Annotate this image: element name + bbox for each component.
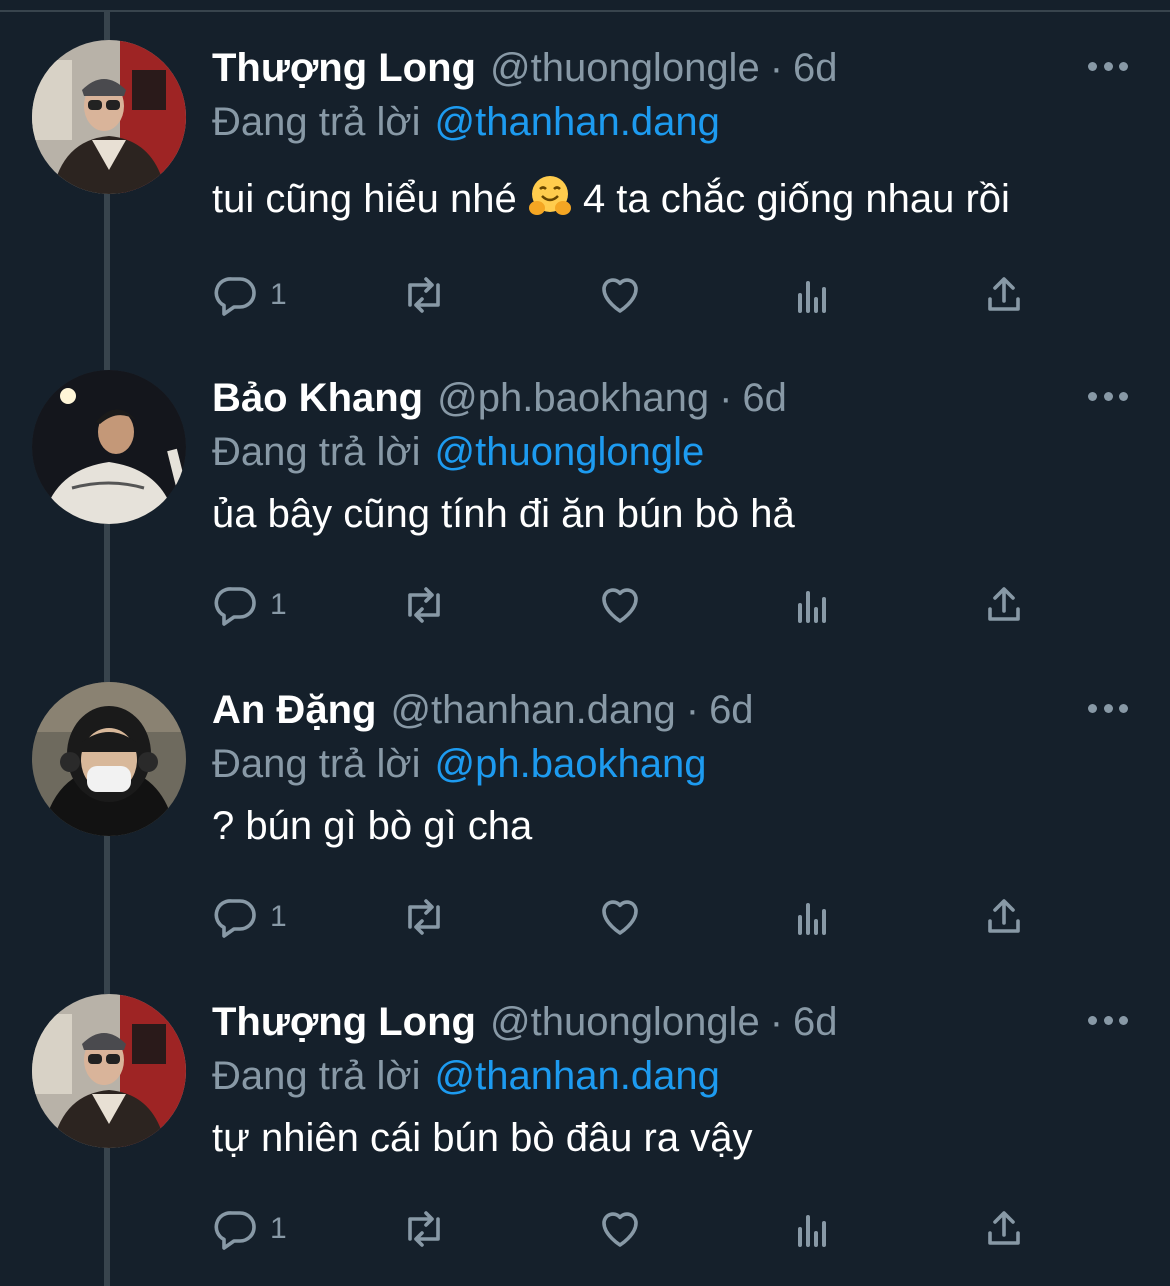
reply-icon bbox=[214, 587, 256, 626]
tweet-text: ? bún gì bò gì cha bbox=[212, 804, 533, 848]
separator-dot: · bbox=[685, 687, 700, 732]
reply-button[interactable]: 1 bbox=[212, 270, 287, 320]
user-handle[interactable]: @ph.baokhang bbox=[437, 376, 709, 421]
like-icon bbox=[602, 900, 638, 935]
share-button[interactable] bbox=[980, 892, 1028, 942]
share-icon bbox=[988, 277, 1020, 311]
like-icon bbox=[602, 278, 638, 313]
reply-mention[interactable]: @thanhan.dang bbox=[435, 1054, 720, 1099]
like-button[interactable] bbox=[596, 1204, 644, 1254]
share-button[interactable] bbox=[980, 270, 1028, 320]
like-button[interactable] bbox=[596, 892, 644, 942]
reply-icon bbox=[214, 277, 256, 316]
like-icon bbox=[602, 588, 638, 623]
avatar[interactable] bbox=[32, 994, 186, 1148]
user-handle[interactable]: @thuonglongle bbox=[490, 46, 760, 91]
avatar-photo bbox=[32, 370, 186, 524]
reply-mention[interactable]: @thuonglongle bbox=[435, 430, 705, 475]
tweet[interactable]: An Đặng @thanhan.dang · 6d Đang trả lời … bbox=[0, 682, 1170, 994]
analytics-button[interactable] bbox=[788, 892, 836, 942]
tweet[interactable]: Thượng Long @thuonglongle · 6d Đang trả … bbox=[0, 994, 1170, 1286]
tweet[interactable]: Thượng Long @thuonglongle · 6d Đang trả … bbox=[0, 40, 1170, 352]
reply-count: 1 bbox=[270, 900, 287, 933]
more-icon[interactable] bbox=[1088, 60, 1128, 72]
share-icon bbox=[988, 1211, 1020, 1245]
timestamp[interactable]: 6d bbox=[742, 376, 787, 421]
avatar[interactable] bbox=[32, 370, 186, 524]
avatar-photo bbox=[32, 40, 186, 194]
like-button[interactable] bbox=[596, 270, 644, 320]
display-name[interactable]: Thượng Long bbox=[212, 46, 476, 91]
share-button[interactable] bbox=[980, 1204, 1028, 1254]
retweet-icon bbox=[408, 277, 440, 313]
tweet-actions: 1 bbox=[212, 580, 1042, 630]
tweet-actions: 1 bbox=[212, 892, 1042, 942]
retweet-button[interactable] bbox=[400, 1204, 448, 1254]
analytics-button[interactable] bbox=[788, 270, 836, 320]
avatar[interactable] bbox=[32, 40, 186, 194]
retweet-button[interactable] bbox=[400, 892, 448, 942]
hugging-face-emoji bbox=[528, 176, 571, 215]
reply-mention[interactable]: @thanhan.dang bbox=[435, 100, 720, 145]
tweet[interactable]: Bảo Khang @ph.baokhang · 6d Đang trả lời… bbox=[0, 370, 1170, 682]
user-handle[interactable]: @thuonglongle bbox=[490, 1000, 760, 1045]
tweet-text-part: tui cũng hiểu nhé bbox=[212, 177, 517, 221]
retweet-icon bbox=[408, 1211, 440, 1247]
retweet-button[interactable] bbox=[400, 270, 448, 320]
top-divider bbox=[0, 0, 1170, 12]
share-icon bbox=[988, 899, 1020, 933]
timestamp[interactable]: 6d bbox=[793, 1000, 838, 1045]
like-icon bbox=[602, 1212, 638, 1247]
avatar[interactable] bbox=[32, 682, 186, 836]
more-icon[interactable] bbox=[1088, 1014, 1128, 1026]
avatar-photo bbox=[32, 994, 186, 1148]
display-name[interactable]: An Đặng bbox=[212, 688, 376, 733]
reply-prefix: Đang trả lời bbox=[212, 741, 421, 786]
display-name[interactable]: Bảo Khang bbox=[212, 376, 423, 421]
reply-prefix: Đang trả lời bbox=[212, 99, 421, 144]
like-button[interactable] bbox=[596, 580, 644, 630]
analytics-button[interactable] bbox=[788, 1204, 836, 1254]
avatar-photo bbox=[32, 682, 186, 836]
tweet-actions: 1 bbox=[212, 270, 1042, 320]
reply-count: 1 bbox=[270, 278, 287, 311]
tweet-actions: 1 bbox=[212, 1204, 1042, 1254]
share-icon bbox=[988, 587, 1020, 621]
reply-prefix: Đang trả lời bbox=[212, 429, 421, 474]
reply-prefix: Đang trả lời bbox=[212, 1053, 421, 1098]
analytics-icon bbox=[798, 591, 826, 623]
tweet-text: ủa bây cũng tính đi ăn bún bò hả bbox=[212, 492, 795, 536]
reply-button[interactable]: 1 bbox=[212, 892, 287, 942]
retweet-button[interactable] bbox=[400, 580, 448, 630]
reply-icon bbox=[214, 1211, 256, 1250]
analytics-icon bbox=[798, 903, 826, 935]
reply-count: 1 bbox=[270, 588, 287, 621]
tweet-text: tự nhiên cái bún bò đâu ra vậy bbox=[212, 1116, 753, 1160]
tweet-text: tui cũng hiểu nhé 4 ta chắc giống nhau r… bbox=[212, 174, 1130, 222]
timestamp[interactable]: 6d bbox=[709, 688, 754, 733]
separator-dot: · bbox=[719, 375, 733, 420]
more-icon[interactable] bbox=[1088, 390, 1128, 402]
analytics-icon bbox=[798, 281, 826, 313]
reply-count: 1 bbox=[270, 1212, 287, 1245]
retweet-icon bbox=[408, 899, 440, 935]
more-icon[interactable] bbox=[1088, 702, 1128, 714]
reply-button[interactable]: 1 bbox=[212, 580, 287, 630]
thread-connector bbox=[104, 12, 110, 40]
retweet-icon bbox=[408, 587, 440, 623]
reply-icon bbox=[214, 899, 256, 938]
share-button[interactable] bbox=[980, 580, 1028, 630]
analytics-icon bbox=[798, 1215, 826, 1247]
timestamp[interactable]: 6d bbox=[793, 46, 838, 91]
separator-dot: · bbox=[769, 45, 784, 90]
analytics-button[interactable] bbox=[788, 580, 836, 630]
reply-button[interactable]: 1 bbox=[212, 1204, 287, 1254]
separator-dot: · bbox=[769, 999, 784, 1044]
reply-mention[interactable]: @ph.baokhang bbox=[435, 742, 707, 787]
display-name[interactable]: Thượng Long bbox=[212, 1000, 476, 1045]
user-handle[interactable]: @thanhan.dang bbox=[390, 688, 675, 733]
tweet-text-part: 4 ta chắc giống nhau rồi bbox=[582, 177, 1010, 221]
